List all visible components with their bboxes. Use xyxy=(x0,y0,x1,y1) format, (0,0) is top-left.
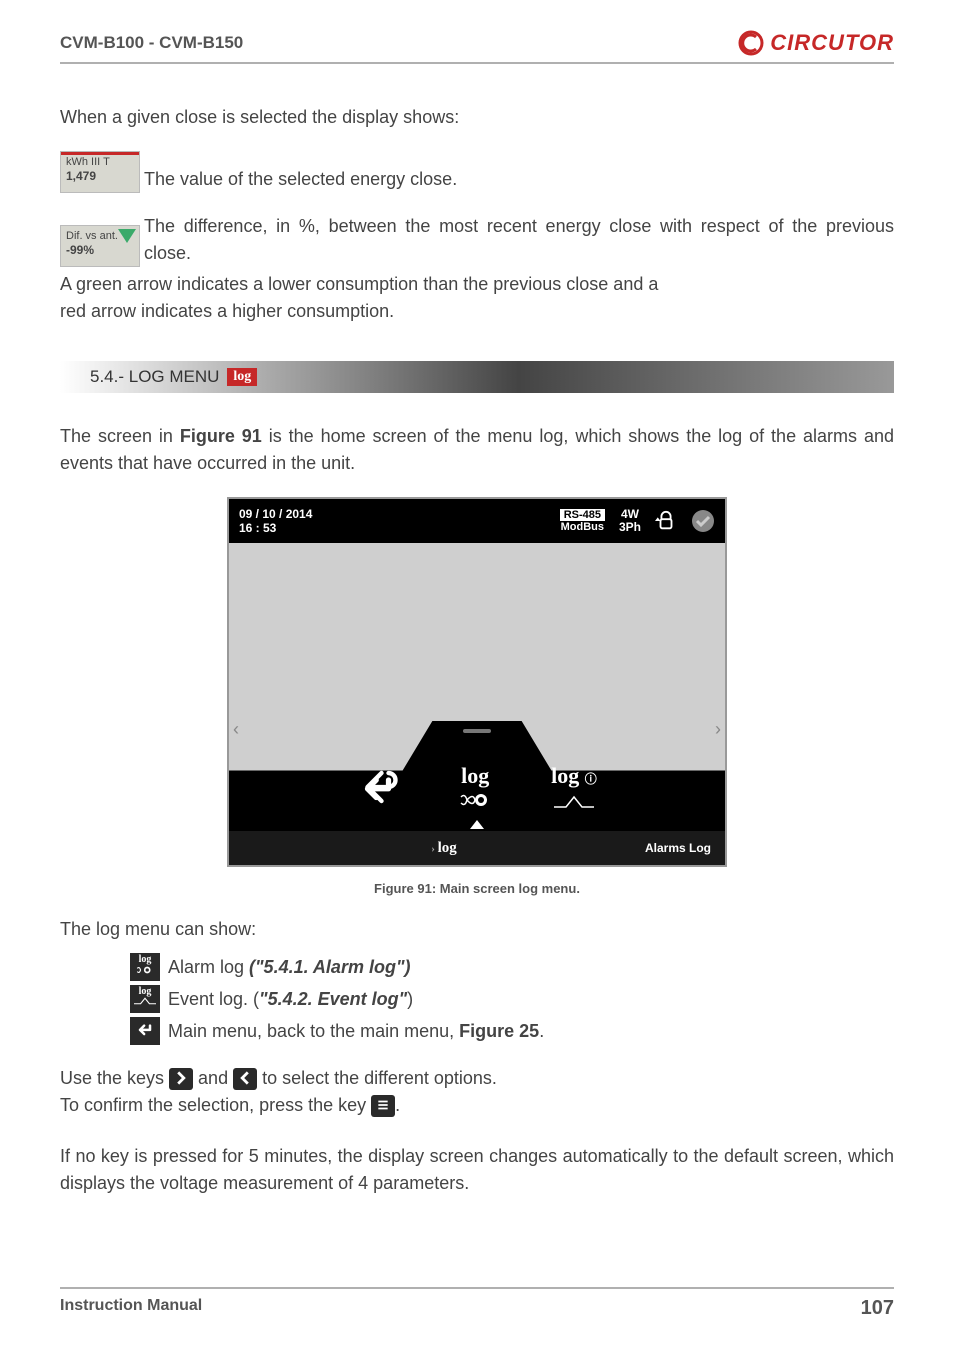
logo-icon xyxy=(738,30,764,56)
intro-text: When a given close is selected the displ… xyxy=(60,104,894,131)
arrow-note-1: A green arrow indicates a lower consumpt… xyxy=(60,271,894,298)
menu-key-icon[interactable] xyxy=(371,1095,395,1117)
left-key-icon[interactable] xyxy=(233,1068,257,1090)
main-menu-icon xyxy=(130,1017,160,1045)
page-header: CVM-B100 - CVM-B150 CIRCUTOR xyxy=(60,30,894,64)
device-screenshot: 09 / 10 / 2014 16 : 53 RS-485 ModBus 4W … xyxy=(227,497,727,867)
can-show-text: The log menu can show: xyxy=(60,916,894,943)
footer-left: Instruction Manual xyxy=(60,1297,202,1320)
keys-line: Use the keys and to select the different… xyxy=(60,1065,894,1092)
event-log-icon: log xyxy=(130,985,160,1013)
check-circle-icon xyxy=(691,509,715,533)
drag-handle-icon[interactable] xyxy=(463,729,491,733)
page-number: 107 xyxy=(861,1297,894,1320)
event-log-button[interactable]: log ⓘ xyxy=(551,763,597,815)
brand-name: CIRCUTOR xyxy=(770,30,894,56)
back-button[interactable] xyxy=(357,766,399,813)
right-key-icon[interactable] xyxy=(169,1068,193,1090)
lock-icon xyxy=(655,510,677,532)
alarm-log-ref: ("5.4.1. Alarm log") xyxy=(249,957,410,977)
arrow-note-2: red arrow indicates a higher consumption… xyxy=(60,298,894,325)
section-intro: The screen in Figure 91 is the home scre… xyxy=(60,423,894,477)
lcd1-desc: The value of the selected energy close. xyxy=(144,166,457,193)
confirm-line: To confirm the selection, press the key … xyxy=(60,1092,894,1119)
section-badge: log xyxy=(227,368,257,386)
section-title: 5.4.- LOG MENU xyxy=(90,367,219,387)
device-footer-bar: › log Alarms Log xyxy=(229,831,725,865)
device-header: 09 / 10 / 2014 16 : 53 RS-485 ModBus 4W … xyxy=(229,499,725,543)
doc-title: CVM-B100 - CVM-B150 xyxy=(60,33,243,53)
device-time: 16 : 53 xyxy=(239,521,312,535)
alarm-log-button[interactable]: log xyxy=(459,763,491,815)
lcd-energy-value: kWh III T 1,479 xyxy=(60,151,140,193)
lcd-diff-value: Dif. vs ant. -99% xyxy=(60,225,140,267)
section-header: 5.4.- LOG MENU log xyxy=(60,361,894,393)
down-arrow-icon xyxy=(118,229,136,243)
up-arrow-icon[interactable] xyxy=(470,820,484,829)
wiring-mode: 4W 3Ph xyxy=(619,508,641,534)
brand-logo: CIRCUTOR xyxy=(738,30,894,56)
footer-center-label: log xyxy=(438,840,457,856)
page-footer: Instruction Manual 107 xyxy=(60,1287,894,1320)
comm-badge: RS-485 ModBus xyxy=(560,509,605,533)
event-log-ref: "5.4.2. Event log" xyxy=(259,989,407,1009)
lcd2-desc: The difference, in %, between the most r… xyxy=(144,213,894,267)
device-date: 09 / 10 / 2014 xyxy=(239,507,312,521)
figure-ref: Figure 91 xyxy=(180,426,262,446)
alarm-log-icon: log xyxy=(130,953,160,981)
timeout-text: If no key is pressed for 5 minutes, the … xyxy=(60,1143,894,1197)
figure-caption: Figure 91: Main screen log menu. xyxy=(374,881,580,896)
footer-right-label: Alarms Log xyxy=(645,841,711,855)
main-menu-ref: Figure 25 xyxy=(459,1021,539,1041)
